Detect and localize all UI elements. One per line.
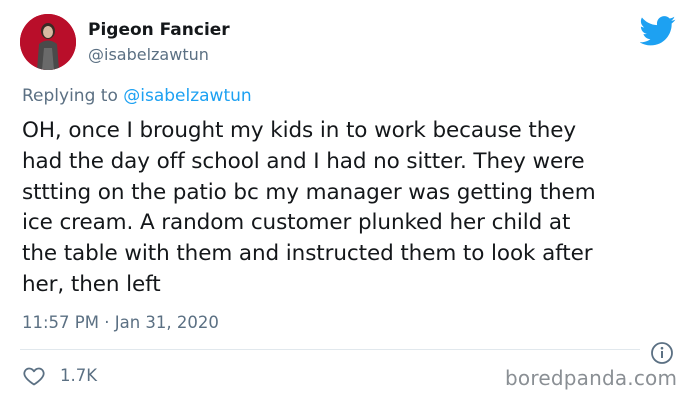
tweet-text-line: had the day off school and I had no sitt… — [22, 148, 585, 174]
replying-to-link[interactable]: @isabelzawtun — [123, 86, 251, 106]
tweet-timestamp[interactable]: 11:57 PM · Jan 31, 2020 — [22, 313, 219, 332]
info-icon[interactable] — [650, 341, 674, 365]
replying-to: Replying to @isabelzawtun — [22, 86, 252, 106]
replying-to-prefix: Replying to — [22, 86, 124, 106]
tweet-text-line: the table with them and instructed them … — [22, 241, 593, 267]
author-handle[interactable]: @isabelzawtun — [88, 45, 209, 64]
source-watermark: boredpanda.com — [505, 366, 678, 390]
twitter-bird-icon[interactable] — [640, 16, 676, 46]
like-count[interactable]: 1.7K — [60, 366, 97, 385]
avatar[interactable] — [20, 14, 76, 70]
tweet-card: Pigeon Fancier @isabelzawtun Replying to… — [0, 0, 700, 402]
tweet-text-line: her, then left — [22, 271, 161, 297]
tweet-text: OH, once I brought my kids in to work be… — [22, 116, 682, 301]
tweet-text-line: sttting on the patio bc my manager was g… — [22, 179, 596, 205]
tweet-text-line: ice cream. A random customer plunked her… — [22, 210, 571, 236]
heart-icon[interactable] — [22, 364, 46, 388]
tweet-text-line: OH, once I brought my kids in to work be… — [22, 118, 577, 143]
avatar-photo — [20, 14, 76, 70]
divider — [20, 349, 640, 350]
author-display-name[interactable]: Pigeon Fancier — [88, 20, 230, 40]
